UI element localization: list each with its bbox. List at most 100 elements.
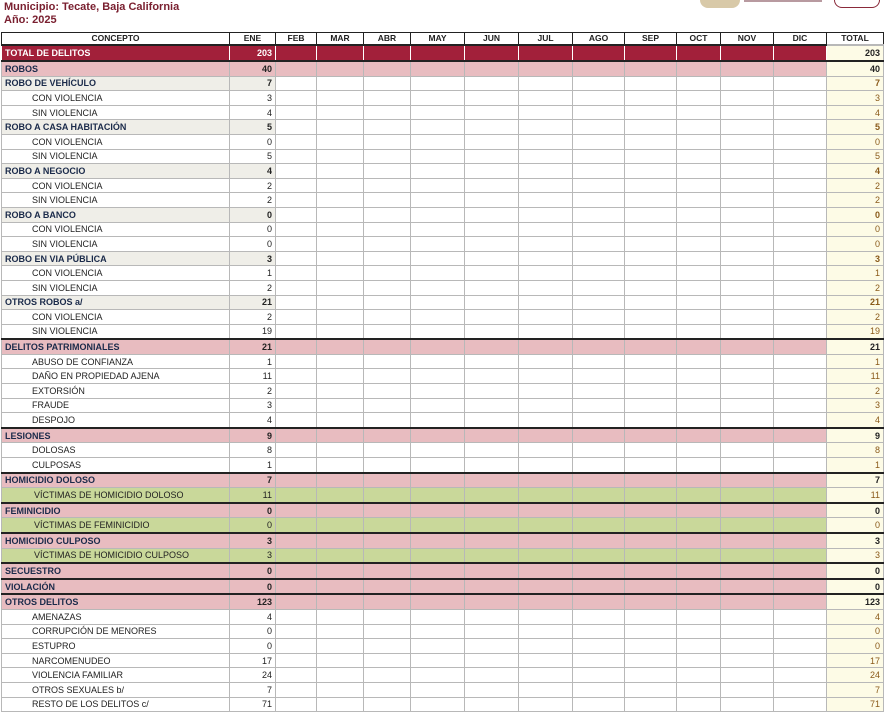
cell-empty-month xyxy=(410,593,465,610)
cell-empty-month xyxy=(676,608,721,625)
cell-empty-month xyxy=(624,221,677,238)
cell-empty-month xyxy=(676,323,721,340)
cell-empty-month xyxy=(572,547,625,564)
cell-empty-month xyxy=(316,148,364,165)
cell-total: 9 xyxy=(826,426,884,444)
cell-total: 11 xyxy=(826,368,884,385)
cell-empty-month xyxy=(464,608,519,625)
cell-empty-month xyxy=(518,206,573,223)
cell-empty-month xyxy=(410,608,465,625)
cell-empty-month xyxy=(410,577,465,595)
cell-empty-month xyxy=(464,44,519,62)
cell-total: 2 xyxy=(826,309,884,325)
cell-empty-month xyxy=(720,547,774,564)
cell-total: 8 xyxy=(826,442,884,459)
cell-empty-month xyxy=(518,75,573,92)
row-concept: VÍCTIMAS DE FEMINICIDIO xyxy=(1,517,230,534)
cell-empty-month xyxy=(676,236,721,252)
cell-total: 0 xyxy=(826,517,884,534)
cell-empty-month xyxy=(275,323,317,340)
cell-ene: 21 xyxy=(229,294,276,311)
cell-empty-month xyxy=(363,577,411,595)
cell-empty-month xyxy=(316,163,364,179)
cell-empty-month xyxy=(316,309,364,325)
cell-empty-month xyxy=(410,652,465,669)
cell-empty-month xyxy=(464,412,519,429)
cell-empty-month xyxy=(410,133,465,150)
cell-empty-month xyxy=(720,294,774,311)
cell-ene: 3 xyxy=(229,531,276,549)
cell-ene: 2 xyxy=(229,279,276,296)
cell-empty-month xyxy=(773,75,827,92)
cell-empty-month xyxy=(410,353,465,370)
cell-empty-month xyxy=(410,338,465,355)
cell-empty-month xyxy=(572,623,625,640)
cell-empty-month xyxy=(363,206,411,223)
cell-empty-month xyxy=(773,667,827,683)
cell-empty-month xyxy=(464,638,519,654)
row-concept: OTROS DELITOS xyxy=(1,593,230,610)
table-row: RESTO DE LOS DELITOS c/71 71 xyxy=(1,696,884,712)
cell-empty-month xyxy=(720,90,774,106)
row-concept: ROBO A BANCO xyxy=(1,206,230,223)
cell-empty-month xyxy=(624,206,677,223)
cell-empty-month xyxy=(720,681,774,698)
cell-empty-month xyxy=(275,667,317,683)
cell-ene: 2 xyxy=(229,383,276,399)
column-header-abr: ABR xyxy=(363,32,411,46)
cell-empty-month xyxy=(572,442,625,459)
cell-empty-month xyxy=(624,353,677,370)
cell-empty-month xyxy=(624,412,677,429)
cell-empty-month xyxy=(316,104,364,121)
cell-empty-month xyxy=(464,353,519,370)
cell-empty-month xyxy=(624,265,677,281)
cell-empty-month xyxy=(518,487,573,504)
cell-empty-month xyxy=(572,206,625,223)
cell-empty-month xyxy=(518,90,573,106)
cell-total: 1 xyxy=(826,457,884,474)
cell-empty-month xyxy=(624,593,677,610)
cell-empty-month xyxy=(572,368,625,385)
cell-empty-month xyxy=(676,397,721,414)
table-row: ROBOS 40 40 xyxy=(1,59,884,77)
cell-empty-month xyxy=(518,133,573,150)
cell-empty-month xyxy=(275,471,317,489)
cell-ene: 0 xyxy=(229,638,276,654)
column-header-ene: ENE xyxy=(229,32,276,46)
cell-empty-month xyxy=(720,221,774,238)
cell-empty-month xyxy=(773,265,827,281)
row-concept: CON VIOLENCIA xyxy=(1,133,230,150)
cell-empty-month xyxy=(720,279,774,296)
cell-empty-month xyxy=(676,562,721,580)
cell-empty-month xyxy=(410,426,465,444)
row-concept: HOMICIDIO CULPOSO xyxy=(1,531,230,549)
cell-empty-month xyxy=(773,163,827,179)
cell-empty-month xyxy=(572,59,625,77)
cell-empty-month xyxy=(720,250,774,267)
cell-empty-month xyxy=(363,681,411,698)
cell-empty-month xyxy=(363,562,411,580)
cell-empty-month xyxy=(410,638,465,654)
cell-ene: 19 xyxy=(229,323,276,340)
column-header-ago: AGO xyxy=(572,32,625,46)
cell-empty-month xyxy=(676,577,721,595)
cell-empty-month xyxy=(464,383,519,399)
cell-ene: 17 xyxy=(229,652,276,669)
cell-empty-month xyxy=(676,309,721,325)
row-concept: CON VIOLENCIA xyxy=(1,90,230,106)
column-header-may: MAY xyxy=(410,32,465,46)
cell-empty-month xyxy=(572,517,625,534)
cell-empty-month xyxy=(275,221,317,238)
cell-empty-month xyxy=(316,206,364,223)
cell-empty-month xyxy=(572,294,625,311)
cell-empty-month xyxy=(773,294,827,311)
cell-empty-month xyxy=(464,133,519,150)
cell-empty-month xyxy=(464,501,519,519)
cell-empty-month xyxy=(624,323,677,340)
cell-empty-month xyxy=(624,294,677,311)
cell-empty-month xyxy=(363,44,411,62)
table-row: ROBO EN VIA PÚBLICA 3 3 xyxy=(1,250,884,267)
cell-empty-month xyxy=(773,397,827,414)
cell-empty-month xyxy=(624,309,677,325)
cell-empty-month xyxy=(720,104,774,121)
